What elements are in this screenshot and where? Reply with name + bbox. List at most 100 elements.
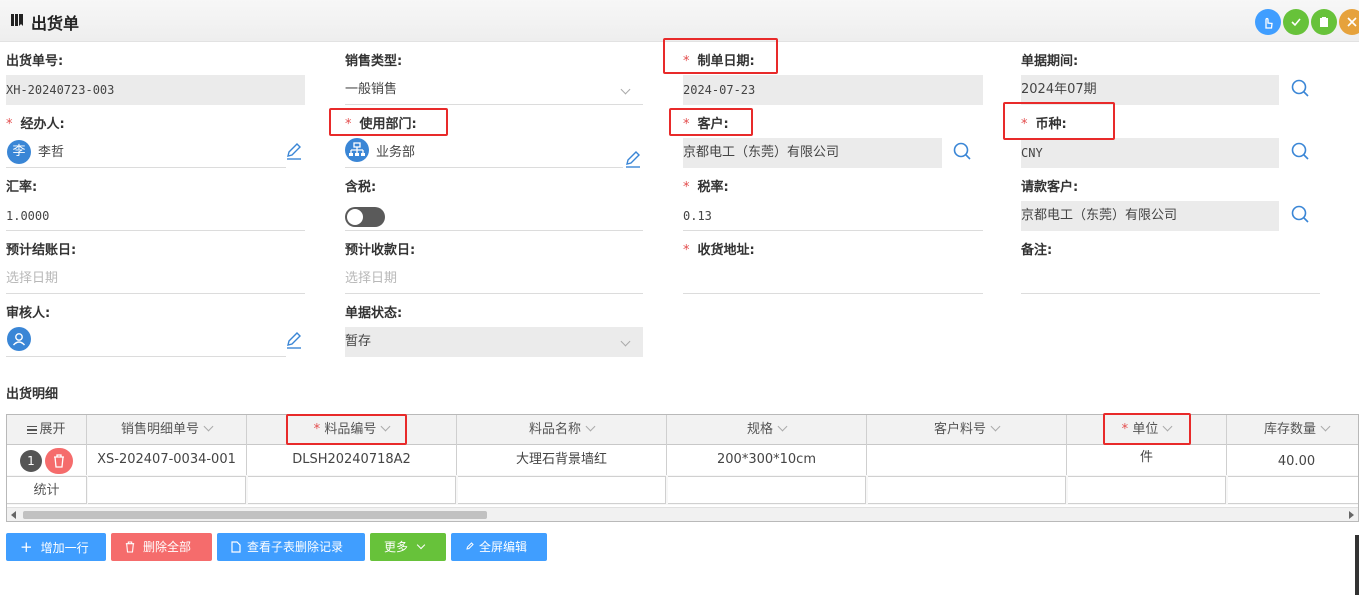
avatar: 李	[7, 140, 31, 164]
confirm-button[interactable]	[1283, 9, 1309, 35]
summary-row: 统计	[7, 475, 1358, 505]
shipment-no-field: XH-20240723-003	[6, 75, 305, 105]
cell-cust-code[interactable]	[867, 445, 1067, 475]
cell-order-no[interactable]: XS-202407-0034-001	[87, 445, 247, 475]
summary-cell	[88, 476, 246, 504]
table-row[interactable]: 1 XS-202407-0034-001 DLSH20240718A2 大理石背…	[7, 445, 1358, 475]
col-stock[interactable]: 库存数量	[1227, 415, 1358, 445]
label-remark: 备注:	[1021, 243, 1053, 258]
cell-spec[interactable]: 200*300*10cm	[667, 445, 867, 475]
ship-address-input[interactable]	[683, 264, 983, 294]
label-handler: * 经办人:	[6, 117, 65, 132]
dept-value: 业务部	[376, 145, 416, 160]
status-value: 暂存	[345, 334, 372, 349]
search-icon[interactable]	[952, 141, 972, 161]
currency-field: CNY	[1021, 138, 1279, 168]
search-icon[interactable]	[1290, 204, 1310, 224]
handler-field[interactable]: 李 李哲	[6, 138, 286, 168]
detail-section-title: 出货明细	[6, 387, 59, 402]
highlight-currency	[1003, 102, 1115, 140]
horizontal-scrollbar[interactable]	[7, 507, 1358, 521]
label-sales-type: 销售类型:	[345, 54, 403, 69]
doc-date-field: 2024-07-23	[683, 75, 983, 105]
remark-input[interactable]	[1021, 264, 1320, 294]
scroll-left-icon[interactable]	[11, 511, 16, 519]
tax-included-toggle[interactable]	[345, 207, 385, 227]
search-icon[interactable]	[1290, 141, 1310, 161]
label-ship-address: * 收货地址:	[683, 243, 755, 258]
col-cust-code[interactable]: 客户料号	[867, 415, 1067, 445]
close-button[interactable]	[1339, 9, 1359, 35]
user-icon	[7, 327, 31, 351]
edit-icon[interactable]	[284, 141, 304, 161]
summary-cell	[868, 476, 1066, 504]
title-bar: 出货单	[0, 0, 1359, 42]
delete-all-button[interactable]: 删除全部	[111, 533, 212, 561]
col-order-no[interactable]: 销售明细单号	[87, 415, 247, 445]
label-tax-included: 含税:	[345, 180, 377, 195]
scrollbar-thumb[interactable]	[23, 511, 487, 519]
expand-header[interactable]: 展开	[7, 415, 87, 445]
sales-type-select[interactable]: 一般销售	[345, 75, 643, 105]
customer-field: 京都电工（东莞）有限公司	[683, 138, 942, 168]
view-deleted-button[interactable]: 查看子表删除记录	[217, 533, 365, 561]
dept-field[interactable]: 业务部	[345, 138, 623, 168]
summary-cell	[248, 476, 456, 504]
exchange-rate-input[interactable]: 1.0000	[6, 201, 305, 231]
close-icon	[1347, 17, 1357, 27]
summary-cell	[668, 476, 866, 504]
summary-cell	[1068, 476, 1226, 504]
cell-stock[interactable]: 40.00	[1227, 445, 1358, 475]
label-billing-customer: 请款客户:	[1021, 180, 1079, 195]
search-icon[interactable]	[1290, 78, 1310, 98]
clipboard-icon	[1320, 17, 1328, 27]
col-item-name[interactable]: 料品名称	[457, 415, 667, 445]
row-actions: 1	[7, 445, 87, 475]
reviewer-field[interactable]	[6, 327, 286, 357]
delete-row-button[interactable]	[45, 448, 73, 474]
menu-icon	[27, 426, 38, 434]
label-reviewer: 审核人:	[6, 306, 51, 321]
status-select: 暂存	[345, 327, 643, 357]
highlight-item-code	[286, 414, 407, 445]
tax-included-row	[345, 201, 643, 231]
org-avatar-icon	[345, 138, 369, 162]
page-scrollbar[interactable]	[1355, 535, 1359, 595]
label-doc-period: 单据期间:	[1021, 54, 1079, 69]
cell-unit[interactable]: 件	[1067, 445, 1227, 475]
handler-value: 李哲	[38, 145, 65, 160]
summary-label: 统计	[7, 476, 87, 504]
document-icon	[231, 541, 241, 553]
check-icon	[1291, 18, 1301, 27]
highlight-unit	[1103, 413, 1191, 445]
more-button[interactable]: 更多	[370, 533, 446, 561]
tax-rate-input[interactable]: 0.13	[683, 201, 983, 231]
label-tax-rate: * 税率:	[683, 180, 729, 195]
cell-item-name[interactable]: 大理石背景墙红	[457, 445, 667, 475]
page-title: 出货单	[31, 14, 80, 33]
label-receive-date: 预计收款日:	[345, 243, 416, 258]
trash-icon	[54, 454, 64, 468]
add-row-button[interactable]: + 增加一行	[6, 533, 106, 561]
col-spec[interactable]: 规格	[667, 415, 867, 445]
clipboard-button[interactable]	[1311, 9, 1337, 35]
highlight-doc-date	[663, 38, 778, 74]
label-shipment-no: 出货单号:	[6, 54, 64, 69]
chevron-down-icon	[416, 540, 426, 550]
edit-icon[interactable]	[284, 330, 304, 350]
plus-icon: +	[20, 538, 33, 556]
fullscreen-edit-button[interactable]: 全屏编辑	[451, 533, 547, 561]
edit-icon[interactable]	[623, 149, 643, 169]
billing-customer-field: 京都电工（东莞）有限公司	[1021, 201, 1279, 231]
toggle-knob	[347, 209, 363, 225]
chevron-down-icon	[620, 84, 631, 95]
highlight-customer	[669, 108, 753, 136]
scroll-right-icon[interactable]	[1349, 511, 1354, 519]
cell-item-code[interactable]: DLSH20240718A2	[247, 445, 457, 475]
touch-button[interactable]	[1255, 9, 1281, 35]
hand-pointer-icon	[1265, 17, 1273, 29]
settle-date-input[interactable]: 选择日期	[6, 264, 305, 294]
edit-icon	[466, 542, 474, 550]
row-index-badge: 1	[20, 450, 42, 472]
receive-date-input[interactable]: 选择日期	[345, 264, 643, 294]
